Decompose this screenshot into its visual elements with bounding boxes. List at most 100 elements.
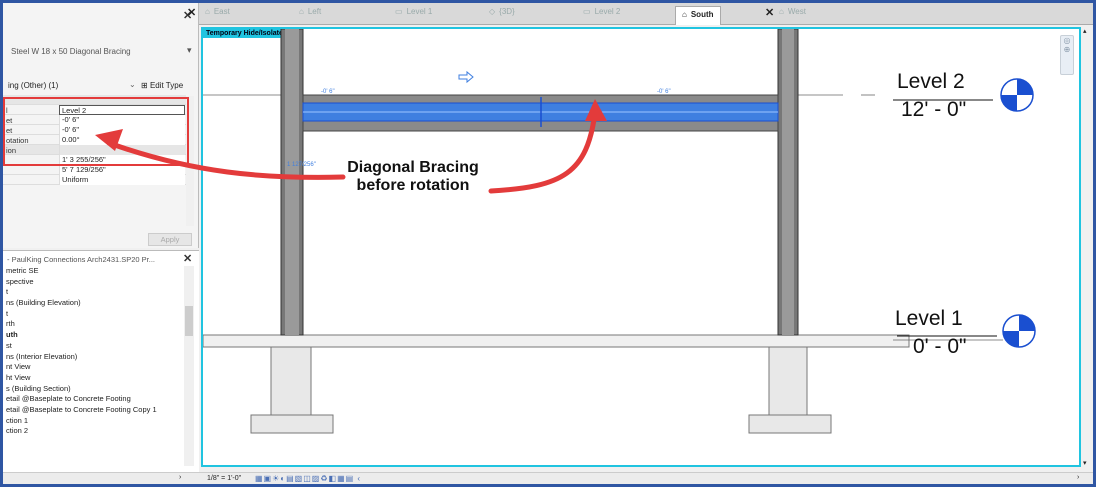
instance-filter[interactable]: ing (Other) (1) ⌄ ⊞ Edit Type bbox=[3, 80, 199, 93]
chevron-right-icon[interactable]: › bbox=[179, 474, 181, 481]
tree-item-selected[interactable]: uth bbox=[3, 330, 188, 341]
tab-east[interactable]: ⌂ East bbox=[205, 7, 230, 25]
property-value[interactable]: 5' 7 129/256" bbox=[59, 165, 185, 175]
level-2-elevation[interactable]: 12' - 0" bbox=[901, 98, 966, 122]
properties-header: ✕ bbox=[3, 7, 199, 22]
tab-south[interactable]: ⌂ South bbox=[675, 6, 721, 25]
level-marker-quadrant bbox=[1019, 315, 1035, 331]
chevron-down-icon[interactable]: ▾ bbox=[187, 45, 192, 56]
level-marker-quadrant bbox=[1003, 331, 1019, 347]
tree-item[interactable]: ction 1 bbox=[3, 416, 188, 427]
annotation-line-1: Diagonal Bracing bbox=[347, 159, 479, 176]
column-right-web bbox=[782, 29, 794, 335]
project-browser-title: - PaulKing Connections Arch2431.SP20 Pr.… bbox=[7, 255, 156, 264]
type-selector[interactable]: Steel W 18 x 50 Diagonal Bracing ▾ bbox=[3, 41, 199, 63]
edit-type-label: Edit Type bbox=[149, 81, 184, 90]
chevron-right-icon[interactable]: › bbox=[1077, 474, 1079, 481]
tree-item[interactable]: spective bbox=[3, 277, 188, 288]
tree-item[interactable]: ns (Interior Elevation) bbox=[3, 352, 188, 363]
property-row[interactable]: 5' 7 129/256" bbox=[3, 165, 186, 175]
revit-window: ✕ Steel W 18 x 50 Diagonal Bracing ▾ ing… bbox=[0, 0, 1096, 487]
type-selector-label: Steel W 18 x 50 Diagonal Bracing bbox=[11, 47, 131, 56]
property-row[interactable]: Uniform bbox=[3, 175, 186, 185]
edit-type-icon: ⊞ bbox=[141, 81, 148, 90]
tab-level-1[interactable]: ▭ Level 1 bbox=[395, 7, 432, 25]
flip-arrow-icon[interactable] bbox=[458, 70, 474, 84]
plan-icon: ▭ bbox=[583, 7, 591, 16]
edit-type-button[interactable]: ⊞ Edit Type bbox=[141, 81, 183, 90]
tree-item[interactable]: st bbox=[3, 341, 188, 352]
drawing-canvas[interactable]: Temporary Hide/Isolate -0' 6" -0' 6" 1 1… bbox=[201, 27, 1081, 467]
3d-icon: ◇ bbox=[489, 7, 496, 16]
tab-label: Level 2 bbox=[594, 7, 621, 16]
tab-label: {3D} bbox=[499, 7, 515, 16]
view-scale[interactable]: 1/8" = 1'-0" bbox=[207, 475, 241, 482]
level-1-name[interactable]: Level 1 bbox=[895, 307, 963, 331]
property-value[interactable]: Uniform bbox=[59, 175, 185, 185]
dimension-right[interactable]: -0' 6" bbox=[657, 89, 671, 95]
chevron-down-icon[interactable]: ⌄ bbox=[129, 80, 136, 89]
steering-wheel-icon[interactable]: ◎ bbox=[1061, 36, 1073, 45]
level-1-elevation[interactable]: 0' - 0" bbox=[913, 335, 966, 359]
canvas-scrollbar[interactable]: ▴ ▾ bbox=[1082, 27, 1092, 467]
navigation-bar[interactable]: ◎ ⊕ bbox=[1060, 35, 1074, 75]
tab-3d[interactable]: ◇ {3D} bbox=[489, 7, 515, 25]
zoom-icon[interactable]: ⊕ bbox=[1061, 45, 1073, 54]
tree-item[interactable]: etail @Baseplate to Concrete Footing Cop… bbox=[3, 405, 188, 416]
footing-right bbox=[748, 414, 832, 434]
tree-item[interactable]: etail @Baseplate to Concrete Footing bbox=[3, 394, 188, 405]
chevron-up-icon[interactable]: ▴ bbox=[1083, 27, 1087, 35]
close-icon[interactable]: ✕ bbox=[187, 6, 196, 19]
elevation-icon: ⌂ bbox=[779, 7, 784, 16]
properties-panel: ✕ Steel W 18 x 50 Diagonal Bracing ▾ ing… bbox=[3, 3, 199, 248]
tree-item[interactable]: nt View bbox=[3, 362, 188, 373]
dimension-side[interactable]: 1 127/256" bbox=[287, 162, 316, 168]
footing-left bbox=[250, 414, 334, 434]
tab-label: Level 1 bbox=[406, 7, 433, 16]
project-browser: - PaulKing Connections Arch2431.SP20 Pr.… bbox=[3, 250, 199, 472]
annotation-callout: Diagonal Bracing before rotation bbox=[333, 159, 493, 195]
scrollbar-thumb[interactable] bbox=[185, 306, 193, 336]
project-browser-header: - PaulKing Connections Arch2431.SP20 Pr.… bbox=[3, 253, 199, 265]
elevation-icon: ⌂ bbox=[682, 10, 687, 19]
tree-item[interactable]: ht View bbox=[3, 373, 188, 384]
level-2-name[interactable]: Level 2 bbox=[897, 70, 965, 94]
filter-label: ing (Other) (1) bbox=[8, 81, 59, 90]
chevron-down-icon[interactable]: ▾ bbox=[1083, 459, 1087, 467]
close-icon[interactable]: ✕ bbox=[765, 6, 774, 19]
tree-item[interactable]: ns (Building Elevation) bbox=[3, 298, 188, 309]
annotation-line-2: before rotation bbox=[356, 177, 470, 194]
elevation-drawing: -0' 6" -0' 6" 1 127/256" bbox=[203, 29, 1036, 434]
view-tabs: ✕ ⌂ East ⌂ Left ▭ Level 1 ◇ {3D} ▭ Level 2 ⌂ S… bbox=[187, 3, 1093, 25]
level-marker-quadrant bbox=[1017, 79, 1033, 95]
level-marker-quadrant bbox=[1001, 95, 1017, 111]
tree-item[interactable]: rth bbox=[3, 319, 188, 330]
tab-west[interactable]: ⌂ West bbox=[779, 7, 806, 25]
pier-right bbox=[768, 346, 808, 422]
tree-item[interactable]: ction 2 bbox=[3, 426, 188, 437]
elevation-icon: ⌂ bbox=[205, 7, 210, 16]
browser-tree: metric SE spective t ns (Building Elevat… bbox=[3, 266, 188, 437]
highlight-box bbox=[3, 97, 189, 166]
tab-label: East bbox=[213, 7, 230, 16]
tree-item[interactable]: metric SE bbox=[3, 266, 188, 277]
view-control-bar: › 1/8" = 1'-0" ▦▣☀◐▤▧◫▨♻◧▦▤ ‹ › bbox=[3, 472, 1093, 484]
view-control-icons[interactable]: ▦▣☀◐▤▧◫▨♻◧▦▤ ‹ bbox=[255, 474, 361, 483]
tree-item[interactable]: t bbox=[3, 309, 188, 320]
dimension-left[interactable]: -0' 6" bbox=[321, 89, 335, 95]
tab-level-2[interactable]: ▭ Level 2 bbox=[583, 7, 620, 25]
browser-scrollbar[interactable] bbox=[184, 266, 194, 466]
tab-label: Left bbox=[307, 7, 322, 16]
tree-item[interactable]: t bbox=[3, 287, 188, 298]
pier-left bbox=[270, 346, 312, 422]
plan-icon: ▭ bbox=[395, 7, 403, 16]
apply-button[interactable]: Apply bbox=[148, 233, 192, 246]
tab-label: South bbox=[690, 10, 714, 19]
column-left-web bbox=[285, 29, 299, 335]
tab-label: West bbox=[787, 7, 806, 16]
close-icon[interactable]: ✕ bbox=[183, 252, 192, 265]
floor-slab bbox=[203, 334, 910, 348]
tree-item[interactable]: s (Building Section) bbox=[3, 384, 188, 395]
elevation-icon: ⌂ bbox=[299, 7, 304, 16]
tab-left[interactable]: ⌂ Left bbox=[299, 7, 321, 25]
